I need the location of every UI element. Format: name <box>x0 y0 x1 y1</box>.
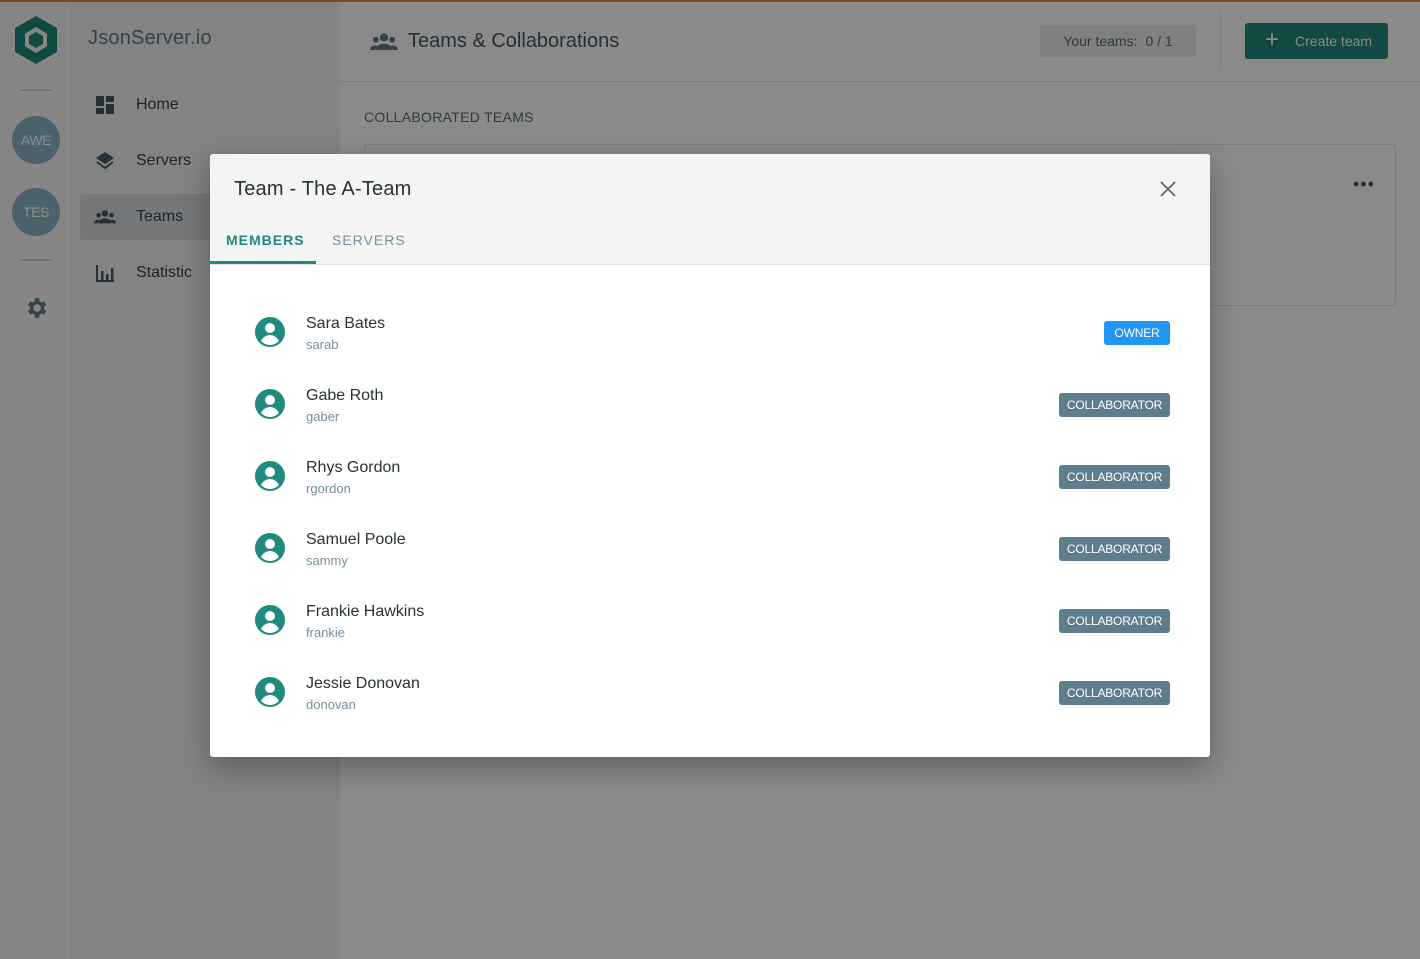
member-name: Gabe Roth <box>306 387 384 404</box>
member-name: Sara Bates <box>306 315 386 332</box>
member-username: gaber <box>306 409 340 424</box>
role-badge: COLLABORATOR <box>1059 393 1170 417</box>
account-circle-icon <box>255 389 285 419</box>
account-circle-icon <box>255 677 285 707</box>
team-dialog: Team - The A-Team MEMBERS SERVERS Sara B… <box>210 154 1210 757</box>
member-username: rgordon <box>306 481 351 496</box>
close-button[interactable] <box>1155 176 1181 202</box>
account-circle-icon <box>255 533 285 563</box>
member-row[interactable]: Sara Bates sarab OWNER <box>250 306 1170 362</box>
tab-members[interactable]: MEMBERS <box>226 232 305 248</box>
account-circle-icon <box>255 317 285 347</box>
dialog-header: Team - The A-Team MEMBERS SERVERS <box>210 154 1210 265</box>
member-name: Rhys Gordon <box>306 459 401 476</box>
role-badge: OWNER <box>1104 321 1170 345</box>
member-username: donovan <box>306 697 356 712</box>
role-badge: COLLABORATOR <box>1059 609 1170 633</box>
member-row[interactable]: Rhys Gordon rgordon COLLABORATOR <box>250 450 1170 506</box>
member-row[interactable]: Jessie Donovan donovan COLLABORATOR <box>250 666 1170 722</box>
close-icon <box>1160 181 1176 197</box>
member-name: Samuel Poole <box>306 531 406 548</box>
member-row[interactable]: Gabe Roth gaber COLLABORATOR <box>250 378 1170 434</box>
member-username: frankie <box>306 625 346 640</box>
tab-servers[interactable]: SERVERS <box>332 232 406 248</box>
role-badge: COLLABORATOR <box>1059 537 1170 561</box>
member-row[interactable]: Samuel Poole sammy COLLABORATOR <box>250 522 1170 578</box>
member-name: Frankie Hawkins <box>306 603 425 620</box>
role-badge: COLLABORATOR <box>1059 681 1170 705</box>
active-tab-indicator <box>210 261 316 264</box>
dialog-title: Team - The A-Team <box>234 178 412 200</box>
member-username: sammy <box>306 553 348 568</box>
role-badge: COLLABORATOR <box>1059 465 1170 489</box>
member-username: sarab <box>306 337 339 352</box>
account-circle-icon <box>255 461 285 491</box>
member-name: Jessie Donovan <box>306 675 420 692</box>
account-circle-icon <box>255 605 285 635</box>
member-row[interactable]: Frankie Hawkins frankie COLLABORATOR <box>250 594 1170 650</box>
